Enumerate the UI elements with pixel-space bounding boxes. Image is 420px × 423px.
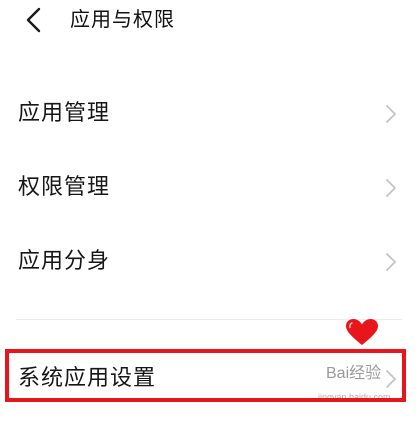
menu-item-label: 权限管理 (18, 175, 111, 200)
top-bar: 应用与权限 (0, 0, 420, 40)
page-title: 应用与权限 (70, 7, 175, 31)
menu-item-app-clone[interactable]: 应用分身 (0, 230, 420, 294)
back-button[interactable] (18, 4, 52, 38)
chevron-right-icon (386, 370, 396, 388)
chevron-right-icon (386, 179, 396, 197)
watermark-text: Bai经验 (326, 365, 382, 382)
chevron-right-icon (386, 253, 396, 271)
menu-item-permission-management[interactable]: 权限管理 (0, 156, 420, 220)
chevron-right-icon (386, 105, 396, 123)
chevron-left-icon (26, 7, 41, 33)
menu-item-label: 应用分身 (18, 249, 111, 274)
menu-item-app-management[interactable]: 应用管理 (0, 82, 420, 146)
menu-item-label: 系统应用设置 (18, 366, 157, 391)
heart-icon (346, 319, 378, 345)
watermark-url: jingyan.baidu.com (318, 392, 391, 402)
menu-item-label: 应用管理 (18, 101, 111, 126)
